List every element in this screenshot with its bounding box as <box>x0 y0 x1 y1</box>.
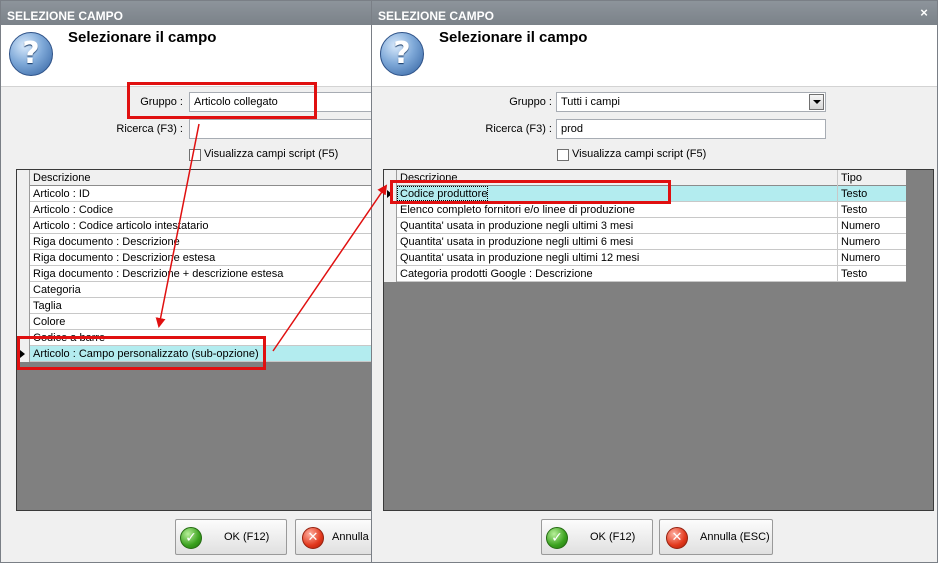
left-header-title: Selezionare il campo <box>68 29 217 46</box>
row-descrizione: Elenco completo fornitori e/o linee di p… <box>400 204 635 216</box>
left-gruppo-label: Gruppo : <box>140 96 183 108</box>
row-descrizione: Colore <box>33 316 66 328</box>
table-row[interactable]: Riga documento : Descrizione + descrizio… <box>17 266 385 282</box>
table-row[interactable]: Taglia <box>17 298 385 314</box>
row-descrizione: Articolo : Codice <box>33 204 114 216</box>
chevron-down-icon[interactable] <box>809 94 824 110</box>
right-header-title: Selezionare il campo <box>439 29 588 46</box>
question-icon: ? <box>380 32 424 76</box>
right-script-checkbox[interactable] <box>557 149 569 161</box>
right-column-descrizione[interactable]: Descrizione <box>397 170 837 186</box>
row-descrizione: Quantita' usata in produzione negli ulti… <box>400 236 634 248</box>
row-indicator-icon <box>20 350 25 358</box>
row-descrizione: Codice produttore <box>397 186 489 201</box>
table-row[interactable]: Riga documento : Descrizione <box>17 234 385 250</box>
row-descrizione: Articolo : Campo personalizzato (sub-opz… <box>33 348 259 360</box>
right-gruppo-dropdown[interactable]: Tutti i campi <box>556 92 826 112</box>
row-tipo: Numero <box>837 234 905 250</box>
table-row[interactable]: Colore <box>17 314 385 330</box>
left-cancel-label: Annulla ( <box>332 531 376 543</box>
row-descrizione: Articolo : Codice articolo intestatario <box>33 220 209 232</box>
right-gruppo-label: Gruppo : <box>509 96 552 108</box>
right-ricerca-label: Ricerca (F3) : <box>485 123 552 135</box>
right-gruppo-value: Tutti i campi <box>561 96 620 108</box>
right-ricerca-input[interactable]: prod <box>556 119 826 139</box>
question-icon: ? <box>9 32 53 76</box>
table-row[interactable]: Articolo : Codice articolo intestatario <box>17 218 385 234</box>
table-row[interactable]: Codice a barre <box>17 330 385 346</box>
check-icon: ✓ <box>180 527 202 549</box>
table-row[interactable]: Codice produttore Testo <box>384 186 906 202</box>
left-header: ? Selezionare il campo <box>1 25 379 87</box>
right-window-title: SELEZIONE CAMPO <box>372 1 937 25</box>
table-row[interactable]: Elenco completo fornitori e/o linee di p… <box>384 202 906 218</box>
close-icon[interactable]: × <box>918 6 930 19</box>
left-gruppo-dropdown[interactable]: Articolo collegato <box>189 92 379 112</box>
left-ok-label: OK (F12) <box>224 531 270 543</box>
row-descrizione: Categoria <box>33 284 81 296</box>
left-field-selection-window: SELEZIONE CAMPO ? Selezionare il campo G… <box>0 0 386 563</box>
table-row[interactable]: Categoria <box>17 282 385 298</box>
row-descrizione: Quantita' usata in produzione negli ulti… <box>400 252 640 264</box>
check-icon: ✓ <box>546 527 568 549</box>
left-window-title: SELEZIONE CAMPO <box>1 1 379 25</box>
right-script-checkbox-label: Visualizza campi script (F5) <box>572 148 707 160</box>
cancel-icon: ✕ <box>302 527 324 549</box>
row-tipo: Numero <box>837 218 905 234</box>
right-field-selection-window: SELEZIONE CAMPO × ? Selezionare il campo… <box>371 0 938 563</box>
right-cancel-label: Annulla (ESC) <box>700 531 770 543</box>
right-ok-button[interactable]: ✓ OK (F12) <box>541 519 653 555</box>
row-descrizione: Riga documento : Descrizione estesa <box>33 252 216 264</box>
left-ok-button[interactable]: ✓ OK (F12) <box>175 519 287 555</box>
row-descrizione: Categoria prodotti Google : Descrizione <box>400 268 593 280</box>
table-row[interactable]: Quantita' usata in produzione negli ulti… <box>384 250 906 266</box>
row-descrizione: Riga documento : Descrizione + descrizio… <box>33 268 284 280</box>
left-script-checkbox[interactable] <box>189 149 201 161</box>
table-row[interactable]: Articolo : ID <box>17 186 385 202</box>
right-column-tipo[interactable]: Tipo <box>837 170 905 186</box>
right-header: ? Selezionare il campo <box>372 25 937 87</box>
left-field-grid[interactable]: Descrizione Articolo : ID Articolo : Codi… <box>16 169 386 511</box>
table-row[interactable]: Categoria prodotti Google : Descrizione T… <box>384 266 906 282</box>
left-grid-header: Descrizione <box>17 170 385 186</box>
table-row[interactable]: Articolo : Codice <box>17 202 385 218</box>
row-tipo: Numero <box>837 250 905 266</box>
row-descrizione: Quantita' usata in produzione negli ulti… <box>400 220 634 232</box>
table-row[interactable]: Riga documento : Descrizione estesa <box>17 250 385 266</box>
row-descrizione: Articolo : ID <box>33 188 90 200</box>
left-ricerca-label: Ricerca (F3) : <box>116 123 183 135</box>
right-cancel-button[interactable]: ✕ Annulla (ESC) <box>659 519 773 555</box>
row-tipo: Testo <box>837 202 905 218</box>
left-script-checkbox-row[interactable]: Visualizza campi script (F5) <box>189 148 369 162</box>
right-grid-header: Descrizione Tipo <box>384 170 906 186</box>
left-column-descrizione[interactable]: Descrizione <box>30 170 380 186</box>
right-field-grid[interactable]: Descrizione Tipo Codice produttore Testo E… <box>383 169 934 511</box>
row-descrizione: Riga documento : Descrizione <box>33 236 180 248</box>
cancel-icon: ✕ <box>666 527 688 549</box>
row-tipo: Testo <box>837 266 905 282</box>
row-indicator-icon <box>387 190 392 198</box>
row-descrizione: Codice a barre <box>33 332 106 344</box>
right-script-checkbox-row[interactable]: Visualizza campi script (F5) <box>557 148 737 162</box>
left-ricerca-input[interactable] <box>189 119 379 139</box>
row-tipo: Testo <box>837 186 905 202</box>
table-row[interactable]: Articolo : Campo personalizzato (sub-opz… <box>17 346 385 362</box>
right-ok-label: OK (F12) <box>590 531 636 543</box>
table-row[interactable]: Quantita' usata in produzione negli ulti… <box>384 234 906 250</box>
table-row[interactable]: Quantita' usata in produzione negli ulti… <box>384 218 906 234</box>
row-descrizione: Taglia <box>33 300 62 312</box>
left-script-checkbox-label: Visualizza campi script (F5) <box>204 148 339 160</box>
